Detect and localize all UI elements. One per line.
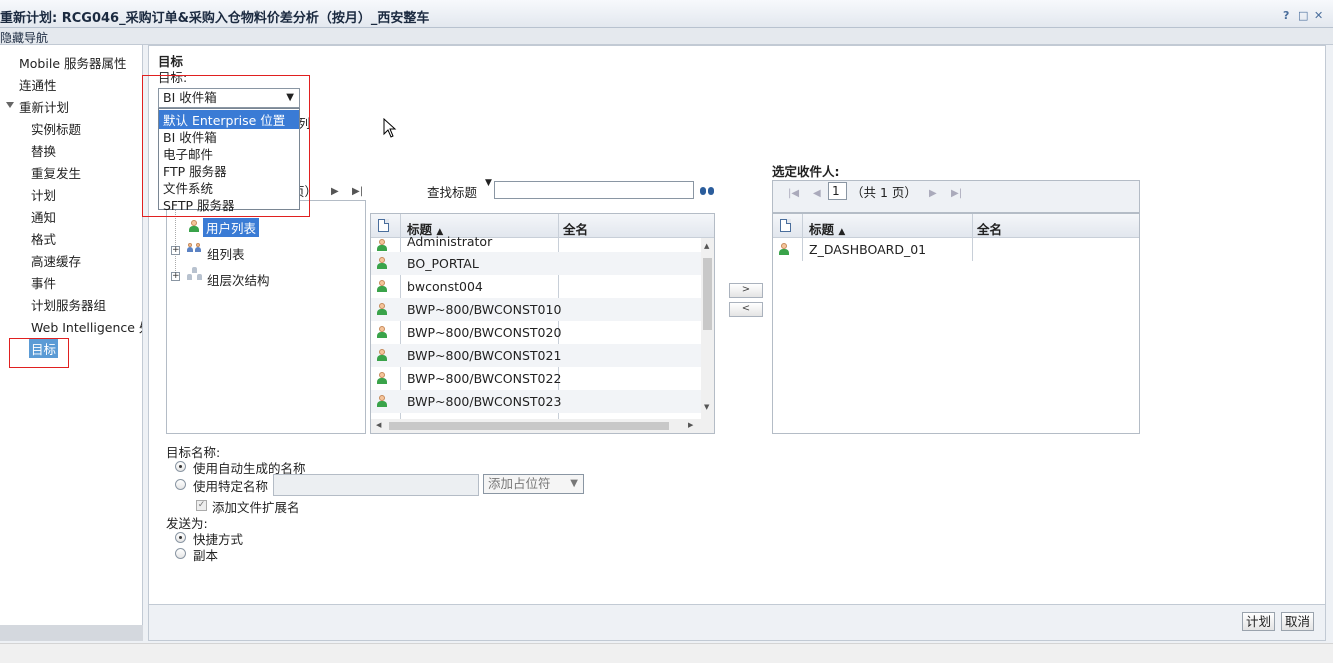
sidebar-footer xyxy=(0,625,143,641)
column-header-fullname[interactable]: 全名 xyxy=(977,219,1002,238)
user-icon xyxy=(779,243,789,255)
user-icon xyxy=(189,220,199,232)
highlight-box xyxy=(142,75,310,217)
title-bar: 重新计划: RCG046_采购订单&采购入仓物料价差分析（按月）_西安整车 ? … xyxy=(0,0,1333,28)
previous-page-icon[interactable]: ◀ xyxy=(813,188,821,199)
sidebar-item-recurrence[interactable]: 重复发生 xyxy=(31,163,81,182)
search-label: 查找标题 xyxy=(427,185,478,200)
auto-name-radio[interactable] xyxy=(175,461,186,472)
next-page-icon[interactable]: ▶ xyxy=(331,186,339,197)
document-icon xyxy=(780,219,791,232)
hierarchy-icon xyxy=(187,267,203,280)
expand-icon[interactable]: + xyxy=(171,272,180,281)
table-row[interactable]: BWP~800/BWCONST023 xyxy=(371,390,701,413)
sidebar-item-connectivity[interactable]: 连通性 xyxy=(19,75,57,94)
search-input[interactable] xyxy=(494,181,694,199)
maximize-icon[interactable]: □ xyxy=(1298,9,1308,22)
dropdown-arrow-icon: ▼ xyxy=(570,478,578,489)
sidebar-item-instance-title[interactable]: 实例标题 xyxy=(31,119,81,138)
tree-item-group-hierarchy[interactable]: 组层次结构 xyxy=(207,270,270,289)
user-icon xyxy=(377,239,387,251)
search-sort-icon[interactable]: ▼ xyxy=(485,178,492,188)
user-icon xyxy=(377,349,387,361)
copy-label: 副本 xyxy=(193,548,219,563)
selected-table: 标题 ▲ 全名 Z_DASHBOARD_01 xyxy=(772,213,1140,434)
user-icon xyxy=(377,372,387,384)
tree-item-user-list[interactable]: 用户列表 xyxy=(203,218,260,237)
user-icon xyxy=(377,257,387,269)
page-total: （共 1 页） xyxy=(851,185,917,200)
mouse-cursor-icon xyxy=(383,118,397,138)
last-page-icon[interactable]: ▶| xyxy=(352,186,363,197)
group-icon xyxy=(187,243,203,255)
highlight-box xyxy=(9,338,69,368)
tree-panel: 用户列表 + 组列表 + 组层次结构 xyxy=(166,200,366,434)
table-row[interactable]: bwconst004 xyxy=(371,275,701,298)
user-icon xyxy=(377,395,387,407)
help-icon[interactable]: ? xyxy=(1283,9,1289,22)
column-header-title[interactable]: 标题 ▲ xyxy=(809,219,845,238)
sidebar-item-format[interactable]: 格式 xyxy=(31,229,56,248)
sidebar-item-events[interactable]: 事件 xyxy=(31,273,56,292)
table-header: 标题 ▲ 全名 xyxy=(773,214,1139,238)
placeholder-select[interactable]: 添加占位符 ▼ xyxy=(483,474,584,494)
tree-item-group-list[interactable]: 组列表 xyxy=(207,244,245,263)
sidebar: Mobile 服务器属性 连通性 重新计划 实例标题 替换 重复发生 计划 通知… xyxy=(0,45,143,625)
next-page-icon[interactable]: ▶ xyxy=(929,188,937,199)
user-icon xyxy=(377,326,387,338)
sidebar-item-cache[interactable]: 高速缓存 xyxy=(31,251,81,270)
nav-toggle-bar: 隐藏导航 xyxy=(0,28,1333,45)
hide-navigation-link[interactable]: 隐藏导航 xyxy=(0,29,48,46)
table-row[interactable]: BWP~800/BWCONST021 xyxy=(371,344,701,367)
page-number-input[interactable]: 1 xyxy=(828,182,847,200)
selected-recipients-label: 选定收件人: xyxy=(772,164,840,179)
add-extension-label: 添加文件扩展名 xyxy=(212,500,300,515)
last-page-icon[interactable]: ▶| xyxy=(951,188,962,199)
document-icon xyxy=(378,219,389,232)
sidebar-item-schedule[interactable]: 计划 xyxy=(31,185,56,204)
first-page-icon[interactable]: |◀ xyxy=(788,188,799,199)
specific-name-radio[interactable] xyxy=(175,479,186,490)
user-icon xyxy=(377,280,387,292)
specific-name-input[interactable] xyxy=(273,474,479,496)
cancel-button[interactable]: 取消 xyxy=(1281,612,1315,631)
selected-pager-bar: |◀ ◀ 1 （共 1 页） ▶ ▶| xyxy=(772,180,1140,213)
table-row[interactable]: BWP~800/BWCONST022 xyxy=(371,367,701,390)
sidebar-item-mobile-server-properties[interactable]: Mobile 服务器属性 xyxy=(19,53,126,72)
sidebar-item-replace[interactable]: 替换 xyxy=(31,141,56,160)
user-icon xyxy=(377,303,387,315)
sidebar-item-server-group[interactable]: 计划服务器组 xyxy=(31,295,106,314)
bottom-bar xyxy=(148,605,1326,641)
table-row[interactable]: BO_PORTAL xyxy=(371,252,701,275)
window-title: 重新计划: RCG046_采购订单&采购入仓物料价差分析（按月）_西安整车 xyxy=(0,11,430,26)
close-icon[interactable]: ✕ xyxy=(1314,9,1323,22)
sidebar-item-web-intelligence[interactable]: Web Intelligence 处 xyxy=(31,317,142,336)
add-recipient-button[interactable]: > xyxy=(729,283,763,298)
collapse-triangle-icon[interactable] xyxy=(6,102,14,108)
sidebar-item-notification[interactable]: 通知 xyxy=(31,207,56,226)
copy-radio[interactable] xyxy=(175,548,186,559)
table-row[interactable]: BWP~800/BWCONST010 xyxy=(371,298,701,321)
expand-icon[interactable]: + xyxy=(171,246,180,255)
table-row[interactable]: BWP~800/BWCONST020 xyxy=(371,321,701,344)
available-table: 标题 ▲ 全名 Administrator BO_PORTAL bwconst0… xyxy=(370,213,715,434)
vertical-scrollbar[interactable]: ▲ ▼ xyxy=(701,238,714,419)
status-strip xyxy=(0,643,1333,663)
schedule-button[interactable]: 计划 xyxy=(1242,612,1276,631)
add-extension-checkbox[interactable]: ✓ xyxy=(196,500,207,511)
remove-recipient-button[interactable]: < xyxy=(729,302,763,317)
sidebar-item-reschedule[interactable]: 重新计划 xyxy=(19,97,69,116)
specific-name-label: 使用特定名称 xyxy=(193,479,269,494)
binoculars-icon[interactable] xyxy=(700,185,714,196)
shortcut-radio[interactable] xyxy=(175,532,186,543)
column-header-fullname[interactable]: 全名 xyxy=(563,219,588,238)
table-row[interactable]: Z_DASHBOARD_01 xyxy=(773,238,1139,261)
horizontal-scrollbar[interactable]: ◀ ▶ xyxy=(371,419,714,433)
